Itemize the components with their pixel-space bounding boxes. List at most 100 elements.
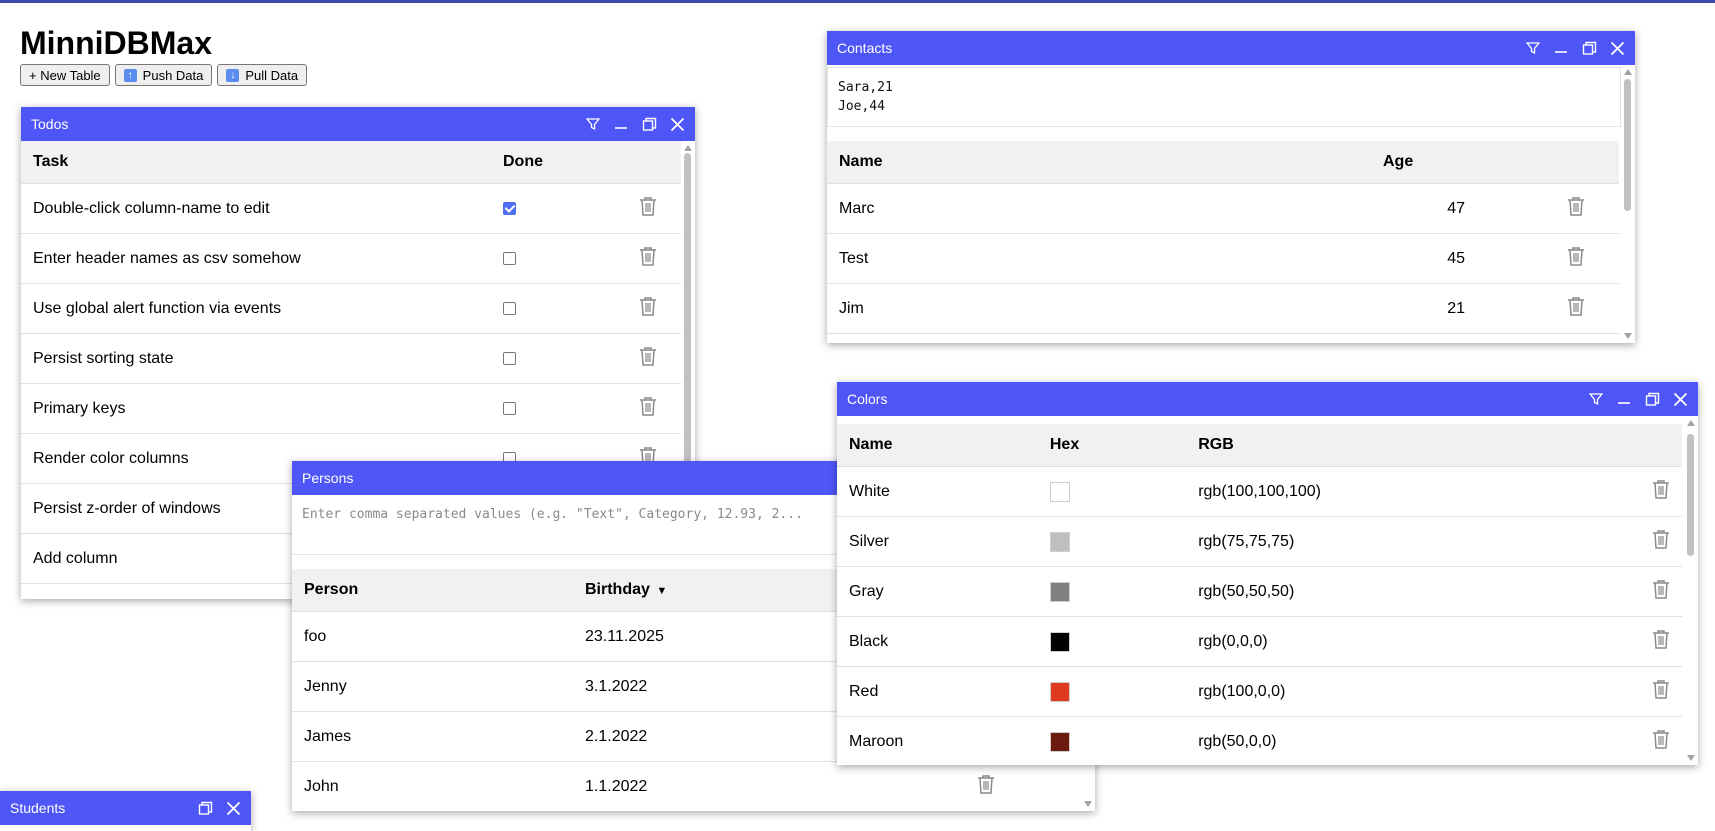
color-name-cell[interactable]: Silver [837,516,1038,567]
maximize-icon[interactable] [637,112,661,136]
done-checkbox[interactable] [503,301,516,315]
column-header-task[interactable]: Task [21,141,491,184]
column-header-rgb[interactable]: RGB [1186,424,1576,467]
colors-titlebar[interactable]: Colors [837,382,1698,416]
rgb-cell[interactable]: rgb(75,75,75) [1186,516,1576,567]
rgb-cell[interactable]: rgb(0,0,0) [1186,616,1576,667]
colors-window[interactable]: Colors Name Hex RGB White rgb(100,100,100… [837,382,1698,765]
person-cell[interactable]: Jenny [292,661,573,712]
trash-icon[interactable] [639,246,657,266]
done-checkbox[interactable] [503,201,516,215]
task-cell[interactable]: Double-click column-name to edit [21,183,491,234]
trash-icon[interactable] [977,774,995,794]
scroll-down-arrow[interactable] [1687,755,1695,761]
push-data-button[interactable]: ↑ Push Data [114,64,213,86]
column-header-name[interactable]: Name [827,141,1371,184]
birthday-cell[interactable]: 1.1.2022 [573,761,977,811]
students-window[interactable]: Students [0,791,251,831]
scroll-up-arrow[interactable] [1687,420,1695,426]
color-swatch[interactable] [1049,531,1070,552]
colors-scrollbar[interactable] [1684,416,1698,765]
minimize-icon[interactable] [609,112,633,136]
scroll-up-arrow[interactable] [1624,69,1632,75]
window-title: Todos [31,116,69,132]
filter-icon[interactable] [1584,387,1608,411]
rgb-cell[interactable]: rgb(100,100,100) [1186,466,1576,517]
pull-data-button[interactable]: ↓ Pull Data [217,64,308,86]
age-cell[interactable]: 45 [1371,233,1477,284]
filter-icon[interactable] [1521,36,1545,60]
person-cell[interactable]: foo [292,611,573,662]
task-cell[interactable]: Primary keys [21,383,491,434]
task-cell[interactable]: Use global alert function via events [21,283,491,334]
column-header-age[interactable]: Age [1371,141,1477,184]
trash-icon[interactable] [1652,679,1670,699]
scroll-thumb[interactable] [684,153,691,483]
maximize-icon[interactable] [1577,36,1601,60]
close-icon[interactable] [1605,36,1629,60]
done-checkbox[interactable] [503,351,516,365]
maximize-icon[interactable] [193,796,217,820]
trash-icon[interactable] [1567,196,1585,216]
trash-icon[interactable] [639,346,657,366]
trash-icon[interactable] [1652,729,1670,749]
color-swatch[interactable] [1049,731,1070,752]
rgb-cell[interactable]: rgb(100,0,0) [1186,666,1576,717]
color-swatch[interactable] [1049,681,1070,702]
students-titlebar[interactable]: Students [0,791,251,825]
filter-icon[interactable] [581,112,605,136]
close-icon[interactable] [665,112,689,136]
contacts-window[interactable]: Contacts Name Age Marc47Test45Jim21 [827,31,1635,343]
done-cell [491,183,615,234]
trash-icon[interactable] [639,296,657,316]
rgb-cell[interactable]: rgb(50,50,50) [1186,566,1576,617]
trash-icon[interactable] [1567,246,1585,266]
rgb-cell[interactable]: rgb(50,0,0) [1186,716,1576,765]
color-name-cell[interactable]: Black [837,616,1038,667]
column-header-person[interactable]: Person [292,569,573,612]
scroll-down-arrow[interactable] [1084,801,1092,807]
trash-icon[interactable] [1652,479,1670,499]
color-name-cell[interactable]: Maroon [837,716,1038,765]
color-swatch[interactable] [1049,481,1070,502]
todos-titlebar[interactable]: Todos [21,107,695,141]
name-cell[interactable]: Marc [827,183,1371,234]
column-header-hex[interactable]: Hex [1037,424,1187,467]
person-cell[interactable]: John [292,761,573,811]
trash-icon[interactable] [1652,629,1670,649]
csv-input[interactable] [827,67,1621,127]
minimize-icon[interactable] [1612,387,1636,411]
name-cell[interactable]: Test [827,233,1371,284]
done-checkbox[interactable] [503,401,516,415]
trash-icon[interactable] [639,396,657,416]
done-checkbox[interactable] [503,251,516,265]
color-name-cell[interactable]: Red [837,666,1038,717]
contacts-scrollbar[interactable] [1621,65,1635,343]
scroll-up-arrow[interactable] [684,145,692,151]
minimize-icon[interactable] [1549,36,1573,60]
close-icon[interactable] [221,796,245,820]
trash-icon[interactable] [1652,529,1670,549]
person-cell[interactable]: James [292,711,573,762]
trash-icon[interactable] [639,196,657,216]
scroll-thumb[interactable] [1624,79,1631,211]
age-cell[interactable]: 47 [1371,183,1477,234]
color-name-cell[interactable]: White [837,466,1038,517]
scroll-thumb[interactable] [1687,434,1694,556]
color-name-cell[interactable]: Gray [837,566,1038,617]
trash-icon[interactable] [1567,296,1585,316]
new-table-button[interactable]: + New Table [20,64,110,86]
close-icon[interactable] [1668,387,1692,411]
scroll-down-arrow[interactable] [1624,333,1632,339]
color-swatch[interactable] [1049,581,1070,602]
color-swatch[interactable] [1049,631,1070,652]
maximize-icon[interactable] [1640,387,1664,411]
age-cell[interactable]: 21 [1371,283,1477,334]
column-header-done[interactable]: Done [491,141,615,184]
name-cell[interactable]: Jim [827,283,1371,334]
trash-icon[interactable] [1652,579,1670,599]
column-header-name[interactable]: Name [837,424,1038,467]
task-cell[interactable]: Enter header names as csv somehow [21,233,491,284]
contacts-titlebar[interactable]: Contacts [827,31,1635,65]
task-cell[interactable]: Persist sorting state [21,333,491,384]
